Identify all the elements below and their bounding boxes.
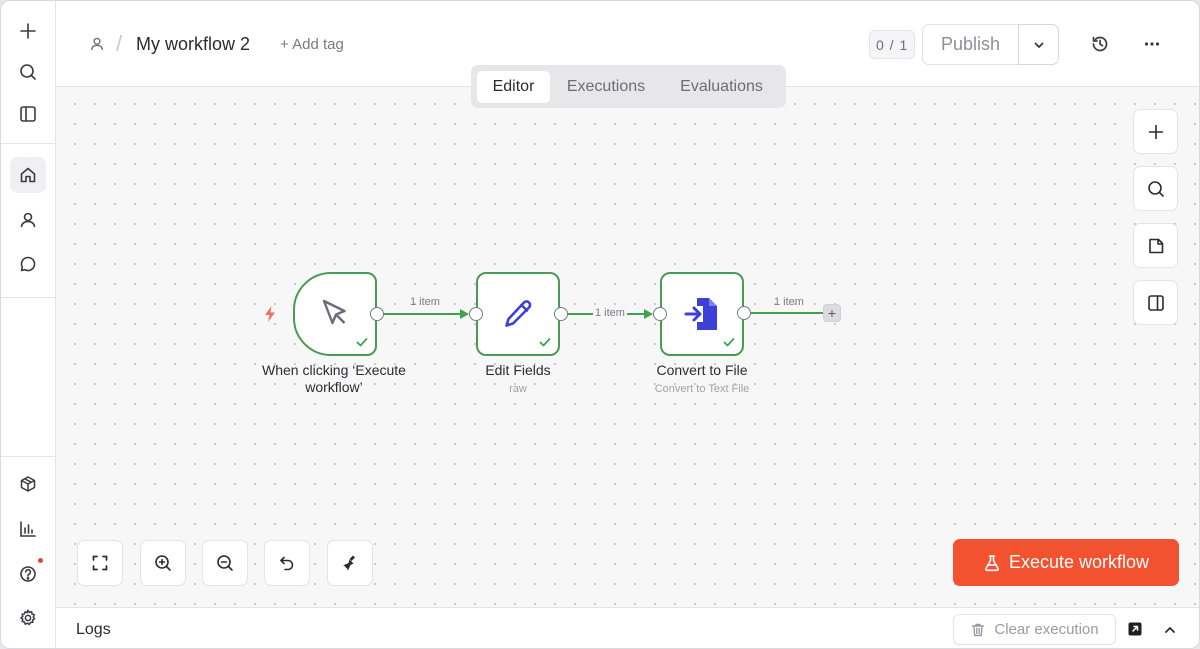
execute-workflow-button[interactable]: Execute workflow xyxy=(953,539,1179,586)
home-icon[interactable] xyxy=(10,157,46,193)
edge-label: 1 item xyxy=(774,296,804,308)
zoom-out-button[interactable] xyxy=(202,540,248,586)
search-icon xyxy=(1147,180,1164,197)
insights-icon[interactable] xyxy=(10,511,46,547)
tab-executions[interactable]: Executions xyxy=(553,71,659,103)
edge-label: 1 item xyxy=(410,296,440,308)
zoom-out-icon xyxy=(217,555,233,571)
history-icon[interactable] xyxy=(1090,34,1110,54)
node-title: When clicking ‘Execute workflow’ xyxy=(262,362,406,395)
tidy-up-button[interactable] xyxy=(327,540,373,586)
user-icon[interactable] xyxy=(88,35,106,53)
node-output-port[interactable] xyxy=(737,306,751,320)
search-nodes-button[interactable] xyxy=(1133,166,1178,211)
templates-icon[interactable] xyxy=(10,466,46,502)
sidebar-divider xyxy=(1,456,56,457)
publish-button[interactable]: Publish xyxy=(922,24,1018,65)
popout-icon[interactable] xyxy=(1127,621,1143,637)
sticky-note-icon xyxy=(1148,238,1163,253)
notification-dot xyxy=(38,558,43,563)
sidebar-divider xyxy=(1,143,56,144)
add-tag-button[interactable]: + Add tag xyxy=(280,36,344,53)
settings-icon[interactable] xyxy=(10,600,46,636)
chevron-down-icon xyxy=(1034,42,1043,48)
node-edit-fields[interactable] xyxy=(476,272,560,356)
tab-evaluations[interactable]: Evaluations xyxy=(663,71,780,103)
add-sticky-note-button[interactable] xyxy=(1133,223,1178,268)
zoom-in-button[interactable] xyxy=(140,540,186,586)
logs-bar: Logs Clear execution xyxy=(56,607,1199,648)
edge-arrow xyxy=(460,309,469,319)
publish-options-button[interactable] xyxy=(1018,24,1059,65)
breadcrumb-separator: / xyxy=(116,31,123,56)
sidebar-toggle-icon[interactable] xyxy=(10,96,46,132)
node-output-port[interactable] xyxy=(554,307,568,321)
add-node-tool-button[interactable] xyxy=(1133,109,1178,154)
sidebar-divider xyxy=(1,297,56,298)
fit-view-button[interactable] xyxy=(77,540,123,586)
left-sidebar xyxy=(1,1,56,648)
node-input-port[interactable] xyxy=(653,307,667,321)
node-title: Edit Fields xyxy=(485,362,551,378)
toggle-panel-button[interactable] xyxy=(1133,280,1178,325)
check-icon xyxy=(356,338,368,347)
panel-icon xyxy=(1147,294,1164,311)
lightning-icon xyxy=(265,306,275,322)
trash-icon xyxy=(972,623,985,636)
zoom-in-icon xyxy=(155,555,171,571)
plus-icon[interactable] xyxy=(10,13,46,49)
tidy-up-icon xyxy=(343,555,355,571)
edge-label: 1 item xyxy=(593,307,627,319)
plus-icon xyxy=(1148,124,1163,139)
node-title: Convert to File xyxy=(656,362,748,378)
app-window: / My workflow 2 + Add tag 0 / 1 Publish … xyxy=(0,0,1200,649)
view-tabs: Editor Executions Evaluations xyxy=(471,65,786,108)
add-node-button[interactable]: + xyxy=(823,304,841,322)
check-icon xyxy=(723,338,735,347)
file-import-icon xyxy=(684,298,717,330)
pencil-icon xyxy=(505,300,532,327)
fit-view-icon xyxy=(92,555,108,571)
clear-execution-button[interactable]: Clear execution xyxy=(953,614,1116,645)
user-icon[interactable] xyxy=(10,202,46,238)
workflow-name[interactable]: My workflow 2 xyxy=(136,34,250,55)
search-icon[interactable] xyxy=(10,54,46,90)
chevron-up-icon[interactable] xyxy=(1162,622,1178,638)
edge-layer xyxy=(383,309,824,319)
cursor-icon xyxy=(322,299,346,325)
node-subtitle: raw xyxy=(509,383,527,395)
logs-title[interactable]: Logs xyxy=(76,621,111,639)
undo-button[interactable] xyxy=(264,540,310,586)
undo-icon xyxy=(280,556,294,571)
node-input-port[interactable] xyxy=(469,307,483,321)
more-horizontal-icon[interactable] xyxy=(1142,34,1162,54)
chat-icon[interactable] xyxy=(10,246,46,282)
workflow-canvas[interactable]: When clicking ‘Execute workflow’ Edit Fi… xyxy=(56,87,1199,607)
node-manual-trigger[interactable] xyxy=(293,272,377,356)
tab-editor[interactable]: Editor xyxy=(477,71,550,103)
clear-execution-label: Clear execution xyxy=(994,621,1099,638)
node-output-port[interactable] xyxy=(370,307,384,321)
check-icon xyxy=(539,338,551,347)
flask-icon xyxy=(985,554,999,571)
node-subtitle: Convert to Text File xyxy=(654,383,750,395)
version-count-badge: 0 / 1 xyxy=(869,30,916,59)
node-convert-to-file[interactable] xyxy=(660,272,744,356)
execute-workflow-label: Execute workflow xyxy=(1008,552,1150,572)
edge-arrow xyxy=(644,309,653,319)
